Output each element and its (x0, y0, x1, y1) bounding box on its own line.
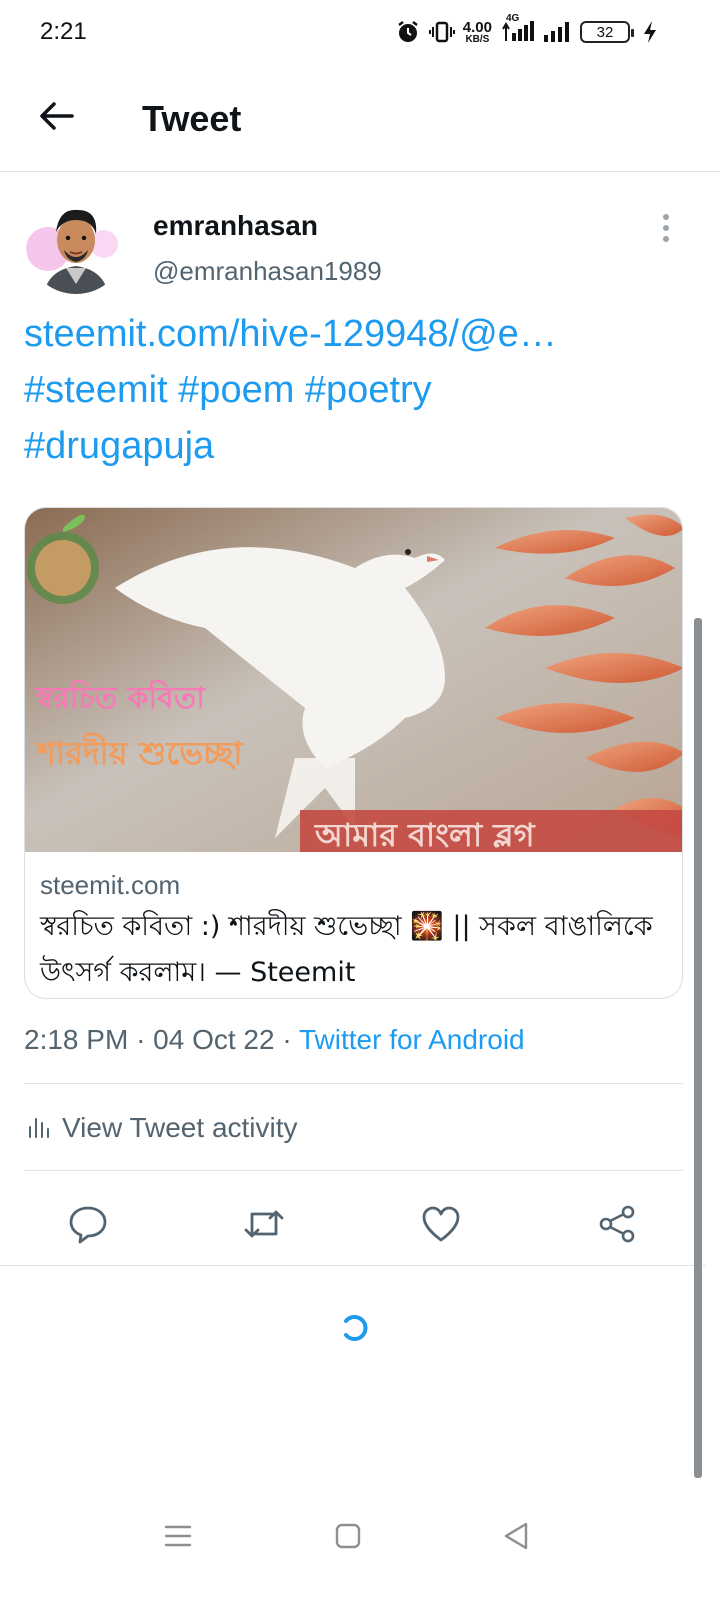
view-activity-button[interactable]: View Tweet activity (24, 1098, 298, 1158)
system-nav-bar (0, 1490, 720, 1600)
nav-home-button[interactable] (318, 1510, 378, 1566)
menu-icon (163, 1523, 193, 1554)
arrow-left-icon (38, 100, 74, 137)
retweet-button[interactable] (234, 1196, 294, 1256)
signal-4g-icon: 4G (500, 13, 534, 45)
back-button[interactable] (30, 94, 82, 142)
status-time: 2:21 (40, 18, 87, 45)
activity-label: View Tweet activity (62, 1112, 298, 1143)
status-icons: 4.00 KB/S 4G 32 (395, 13, 658, 50)
card-image-banner: আমার বাংলা ব্লগ (314, 816, 536, 852)
scrollbar[interactable] (694, 618, 702, 1478)
reply-button[interactable] (58, 1196, 118, 1256)
tweet-source[interactable]: Twitter for Android (299, 1024, 525, 1055)
divider (24, 1170, 683, 1171)
meta-separator: · (136, 1024, 146, 1055)
author-name[interactable]: emranhasan (153, 210, 318, 242)
tweet-link[interactable]: steemit.com/hive-129948/@e… (24, 306, 684, 362)
tweet-text: steemit.com/hive-129948/@e… #steemit #po… (24, 306, 684, 474)
vibrate-icon (428, 19, 455, 45)
triangle-back-icon (502, 1521, 530, 1556)
tweet-date: 04 Oct 22 (153, 1024, 275, 1055)
author-handle[interactable]: @emranhasan1989 (153, 256, 382, 287)
card-domain: steemit.com (40, 870, 181, 900)
page-title: Tweet (142, 98, 242, 139)
top-app-bar: Tweet (0, 64, 720, 172)
retweet-icon (242, 1204, 286, 1249)
alarm-icon (395, 19, 421, 45)
heart-icon (421, 1205, 461, 1248)
square-icon (334, 1522, 362, 1555)
hashtag-drugapuja[interactable]: #drugapuja (24, 418, 684, 474)
card-image: স্বরচিত কবিতা শারদীয় শুভেচ্ছা আমার বাংল… (25, 508, 682, 854)
divider (24, 1083, 683, 1084)
more-vertical-icon (663, 214, 669, 220)
card-image-text-2: শারদীয় শুভেচ্ছা (35, 732, 244, 772)
nav-back-button[interactable] (486, 1510, 546, 1566)
loading-spinner (338, 1312, 370, 1344)
more-options-button[interactable] (654, 210, 678, 246)
status-bar: 2:21 4.00 KB/S 4G 32 (0, 0, 720, 64)
card-image-text-1: স্বরচিত কবিতা (34, 679, 206, 716)
avatar[interactable] (26, 194, 126, 294)
hashtags-line[interactable]: #steemit #poem #poetry (24, 362, 684, 418)
tweet-actions (0, 1186, 706, 1266)
signal-icon (542, 19, 572, 45)
share-button[interactable] (587, 1196, 647, 1256)
reply-icon (68, 1204, 108, 1249)
net-speed: 4.00 KB/S (462, 18, 492, 45)
charging-icon (642, 19, 658, 45)
share-icon (597, 1204, 637, 1249)
card-title: স্বরচিত কবিতা :) শারদীয় শুভেচ্ছা 🎇 || স… (40, 911, 653, 988)
tweet-meta: 2:18 PM · 04 Oct 22 · Twitter for Androi… (24, 1024, 525, 1056)
tweet-time: 2:18 PM (24, 1024, 129, 1055)
nav-menu-button[interactable] (148, 1510, 208, 1566)
battery-indicator: 32 (580, 21, 634, 43)
link-preview-card[interactable]: স্বরচিত কবিতা শারদীয় শুভেচ্ছা আমার বাংল… (24, 507, 683, 999)
like-button[interactable] (411, 1196, 471, 1256)
meta-separator-2: · (282, 1024, 292, 1055)
bar-chart-icon (24, 1113, 50, 1144)
